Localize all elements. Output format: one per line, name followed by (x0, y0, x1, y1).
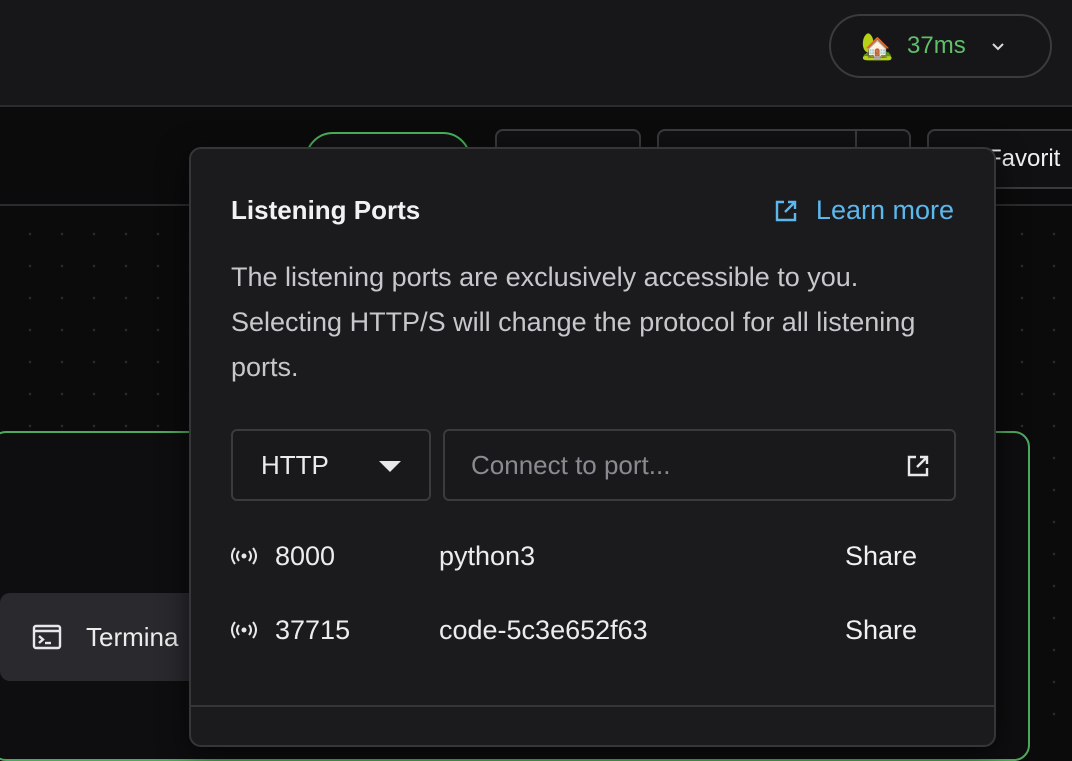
popover-title: Listening Ports (231, 195, 420, 226)
chevron-down-icon (990, 38, 1006, 54)
protocol-select[interactable]: HTTP (231, 429, 431, 501)
share-button[interactable]: Share (845, 541, 917, 572)
learn-more-label: Learn more (816, 195, 954, 226)
learn-more-link[interactable]: Learn more (774, 195, 954, 226)
port-number: 8000 (275, 541, 439, 572)
open-external-icon[interactable] (906, 454, 930, 478)
port-process: python3 (439, 541, 845, 572)
popover-divider (191, 705, 996, 707)
popover-description: The listening ports are exclusively acce… (231, 255, 961, 390)
latency-button[interactable]: 🏡 37ms (829, 14, 1052, 78)
connect-port-input[interactable] (445, 431, 954, 499)
protocol-value: HTTP (261, 450, 329, 481)
port-process: code-5c3e652f63 (439, 615, 845, 646)
port-row: 8000 python3 Share (231, 536, 931, 576)
port-number: 37715 (275, 615, 439, 646)
port-row: 37715 code-5c3e652f63 Share (231, 610, 931, 650)
listening-ports-popover: Listening Ports Learn more The listening… (189, 147, 996, 747)
external-link-icon (774, 199, 798, 223)
share-button[interactable]: Share (845, 615, 917, 646)
favorites-label: Favorit (987, 145, 1060, 173)
connect-port-field[interactable] (443, 429, 956, 501)
terminal-tab-label: Termina (86, 622, 178, 653)
top-bar: 🏡 37ms (0, 0, 1072, 107)
broadcast-icon (231, 546, 257, 566)
terminal-icon (32, 624, 62, 650)
house-icon: 🏡 (861, 33, 895, 59)
latency-value: 37ms (907, 32, 966, 60)
broadcast-icon (231, 620, 257, 640)
caret-down-icon (379, 461, 401, 472)
